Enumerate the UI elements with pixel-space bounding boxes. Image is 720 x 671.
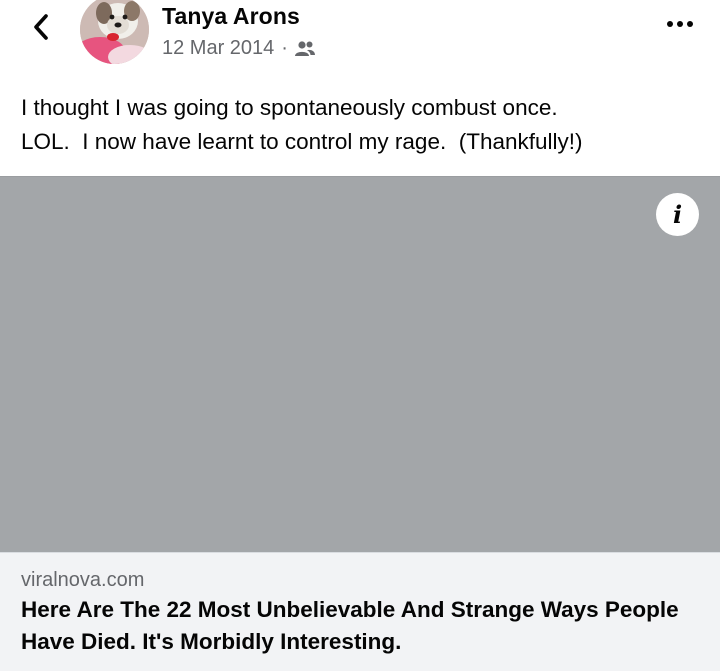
- more-horizontal-icon: [667, 21, 673, 27]
- link-domain: viralnova.com: [21, 569, 145, 591]
- link-preview-image[interactable]: [0, 176, 720, 553]
- post-meta: 12 Mar 2014 ·: [162, 37, 316, 60]
- profile-photo: [80, 0, 149, 64]
- post-detail-screen: Tanya Arons 12 Mar 2014 · I thought I wa…: [0, 0, 720, 671]
- meta-separator: ·: [281, 37, 288, 59]
- back-button[interactable]: [24, 10, 58, 44]
- friends-icon: [294, 40, 315, 56]
- post-header: Tanya Arons 12 Mar 2014 ·: [0, 0, 720, 72]
- chevron-left-icon: [34, 14, 48, 40]
- post-text: I thought I was going to spontaneously c…: [21, 95, 583, 154]
- post-date[interactable]: 12 Mar 2014: [162, 37, 274, 60]
- author-name[interactable]: Tanya Arons: [162, 3, 300, 30]
- info-button[interactable]: i: [656, 193, 699, 236]
- link-title[interactable]: Here Are The 22 Most Unbelievable And St…: [21, 594, 711, 658]
- avatar[interactable]: [80, 0, 149, 64]
- info-icon: i: [672, 199, 683, 229]
- more-options-button[interactable]: [660, 12, 700, 36]
